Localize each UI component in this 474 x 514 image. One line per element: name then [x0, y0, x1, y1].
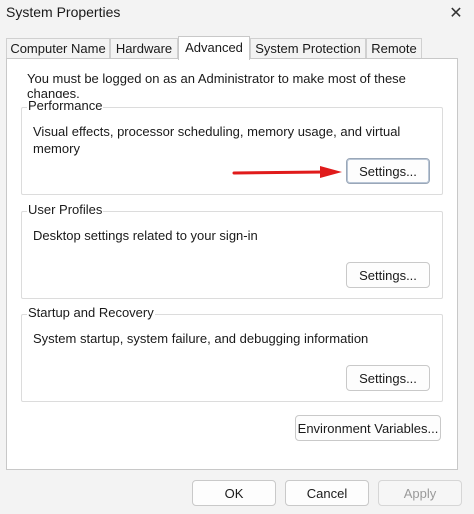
- performance-label: Performance: [27, 98, 104, 113]
- dialog-footer: OK Cancel Apply: [0, 470, 474, 514]
- tab-hardware[interactable]: Hardware: [110, 38, 178, 58]
- startup-recovery-group: Startup and Recovery System startup, sys…: [21, 305, 443, 402]
- red-arrow-icon: [232, 166, 342, 178]
- startup-recovery-label: Startup and Recovery: [27, 305, 155, 320]
- user-profiles-description: Desktop settings related to your sign-in: [33, 228, 258, 243]
- performance-description: Visual effects, processor scheduling, me…: [33, 124, 401, 156]
- user-profiles-group: User Profiles Desktop settings related t…: [21, 202, 443, 299]
- startup-recovery-settings-button[interactable]: Settings...: [346, 365, 430, 391]
- admin-notice: You must be logged on as an Administrato…: [27, 71, 406, 101]
- startup-recovery-description: System startup, system failure, and debu…: [33, 331, 369, 346]
- apply-button[interactable]: Apply: [378, 480, 462, 506]
- performance-settings-button[interactable]: Settings...: [346, 158, 430, 184]
- environment-variables-button[interactable]: Environment Variables...: [295, 415, 441, 441]
- close-icon[interactable]: ✕: [438, 0, 474, 26]
- user-profiles-label: User Profiles: [27, 202, 104, 217]
- tab-strip: Computer Name Hardware Advanced System P…: [6, 36, 466, 60]
- tab-advanced[interactable]: Advanced: [178, 36, 250, 60]
- window-title: System Properties: [6, 4, 121, 20]
- performance-group: Performance Visual effects, processor sc…: [21, 98, 443, 195]
- ok-button[interactable]: OK: [192, 480, 276, 506]
- advanced-tab-panel: You must be logged on as an Administrato…: [6, 58, 458, 470]
- tab-computer-name[interactable]: Computer Name: [6, 38, 110, 58]
- user-profiles-settings-button[interactable]: Settings...: [346, 262, 430, 288]
- cancel-button[interactable]: Cancel: [285, 480, 369, 506]
- title-bar: System Properties ✕: [0, 0, 474, 30]
- tab-system-protection[interactable]: System Protection: [250, 38, 366, 58]
- tab-remote[interactable]: Remote: [366, 38, 422, 58]
